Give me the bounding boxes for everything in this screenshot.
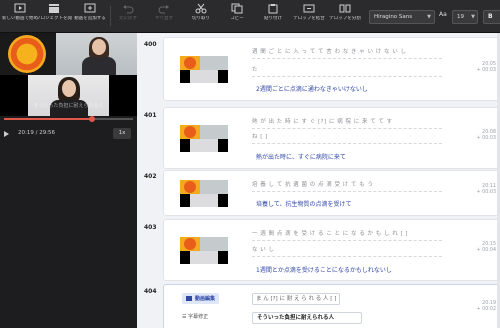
undo-icon [123, 5, 134, 14]
font-size-icon: Aa [439, 11, 447, 18]
redo-button[interactable]: やり直す [146, 3, 182, 31]
toolbar: 新しい動画で始める プロジェクトを開く 動画を追加する 元に戻す やり直す 切り… [0, 0, 500, 33]
player-panel: そういった負担に耐えられる人 20:19 / 29:56 1x [0, 33, 137, 328]
subtitle-text[interactable]: 2週間ごとに点滴に通わなきゃいけないし [256, 84, 368, 93]
app-window: 新しい動画で始める プロジェクトを開く 動画を追加する 元に戻す やり直す 切り… [0, 0, 500, 328]
time-info: 20:11 + 00:03 [476, 184, 496, 195]
token-line[interactable]: た [252, 65, 258, 73]
subtitle-row[interactable]: 培 養 し て 抗 遺 菌 の 点 滴 受 け て も う 培養して、抗生物質の… [163, 170, 500, 216]
row-number: 404 [144, 288, 157, 295]
paste-button[interactable]: 貼り付け [255, 3, 291, 31]
merge-telop-button[interactable]: テロップを結合 [291, 3, 327, 31]
subtitle-row-active[interactable]: 動画編集 ☰ 字幕修正 ま ん [?] に 耐 え ら れ る 人 [ ] そう… [163, 284, 500, 328]
row-thumbnail [180, 125, 228, 152]
new-video-button[interactable]: 新しい動画で始める [2, 3, 38, 31]
open-project-button[interactable]: プロジェクトを開く [36, 3, 72, 31]
subtitle-text[interactable]: 1週間とか点滴を受けることになるかもしれないし [256, 265, 392, 274]
timecode: 20:19 / 29:56 [18, 130, 56, 136]
merge-icon [303, 4, 315, 13]
row-number: 403 [144, 224, 157, 231]
token-line[interactable]: 熱 が 出 た 時 に す ぐ [?] に 病 院 に 来 て て す [252, 117, 393, 125]
subtitle-text[interactable]: 培養して、抗生物質の点滴を受けて [256, 199, 352, 208]
row-thumbnail [180, 56, 228, 83]
token-line[interactable]: 週 間 ご と に 入 っ て て 言 わ な き ゃ い け な い し [252, 47, 406, 55]
tab-subtitle-edit[interactable]: ☰ 字幕修正 [182, 313, 208, 320]
logo-tile [0, 33, 56, 75]
participant-tile [28, 75, 109, 116]
copy-icon [231, 3, 243, 14]
time-info: 20:19 + 00:02 [476, 301, 496, 312]
participant-tile [56, 33, 137, 75]
video-preview[interactable]: そういった負担に耐えられる人 [0, 33, 137, 116]
subtitle-list: 400 週 間 ご と に 入 っ て て 言 わ な き ゃ い け な い … [137, 33, 500, 328]
split-icon [339, 4, 351, 13]
row-thumbnail [180, 180, 228, 207]
token-editor[interactable]: ま ん [?] に 耐 え ら れ る 人 [ ] [252, 293, 341, 305]
subtitle-input[interactable]: そういった負担に耐えられる人 [252, 312, 362, 324]
cut-button[interactable]: 切り取り [183, 3, 219, 31]
token-line[interactable]: 一 週 間 点 滴 を 受 け る こ と に な る か も し れ [ ] [252, 229, 408, 237]
font-size-select[interactable]: 19 ▼ [452, 10, 478, 24]
seek-knob[interactable] [88, 116, 95, 122]
font-select[interactable]: Hiragino Sans ▼ [369, 10, 435, 24]
token-line[interactable]: な い し [252, 245, 275, 253]
copy-button[interactable]: コピー [219, 3, 255, 31]
clapper-icon [49, 4, 59, 13]
row-thumbnail [180, 237, 228, 264]
chevron-down-icon: ▼ [471, 14, 475, 20]
play-icon[interactable] [4, 131, 9, 137]
subtitle-row[interactable]: 週 間 ご と に 入 っ て て 言 わ な き ゃ い け な い し た … [163, 37, 500, 101]
new-video-icon [14, 3, 26, 13]
seek-bar-fill [4, 118, 92, 120]
video-caption: そういった負担に耐えられる人 [33, 103, 104, 109]
speed-button[interactable]: 1x [113, 128, 131, 139]
chevron-down-icon: ▼ [427, 14, 431, 20]
scissors-icon [195, 3, 207, 14]
split-telop-button[interactable]: テロップを分割 [327, 3, 363, 31]
subtitle-text[interactable]: 熱が出た時に、すぐに病院に来て [256, 152, 346, 161]
time-info: 20:08 + 00:03 [476, 130, 496, 141]
row-number: 401 [144, 112, 157, 119]
row-number: 402 [144, 173, 157, 180]
undo-button[interactable]: 元に戻す [110, 3, 146, 31]
token-line[interactable]: ね [ ] [252, 132, 268, 140]
add-video-button[interactable]: 動画を追加する [72, 3, 108, 31]
subtitle-row[interactable]: 熱 が 出 た 時 に す ぐ [?] に 病 院 に 来 て て す ね [ … [163, 107, 500, 169]
add-video-icon [84, 3, 96, 13]
row-number: 400 [144, 41, 157, 48]
subtitle-row[interactable]: 一 週 間 点 滴 を 受 け る こ と に な る か も し れ [ ] … [163, 219, 500, 281]
time-info: 20:15 + 00:04 [476, 242, 496, 253]
redo-icon [158, 5, 169, 14]
token-line[interactable]: 培 養 し て 抗 遺 菌 の 点 滴 受 け て も う [252, 180, 373, 188]
sun-logo [8, 35, 46, 73]
bold-button[interactable]: B [483, 10, 500, 24]
paste-icon [268, 4, 278, 14]
tab-video-edit[interactable]: 動画編集 [182, 293, 220, 304]
film-icon [186, 296, 192, 301]
time-info: 20:05 + 00:03 [476, 62, 496, 73]
seek-bar[interactable] [4, 116, 133, 122]
